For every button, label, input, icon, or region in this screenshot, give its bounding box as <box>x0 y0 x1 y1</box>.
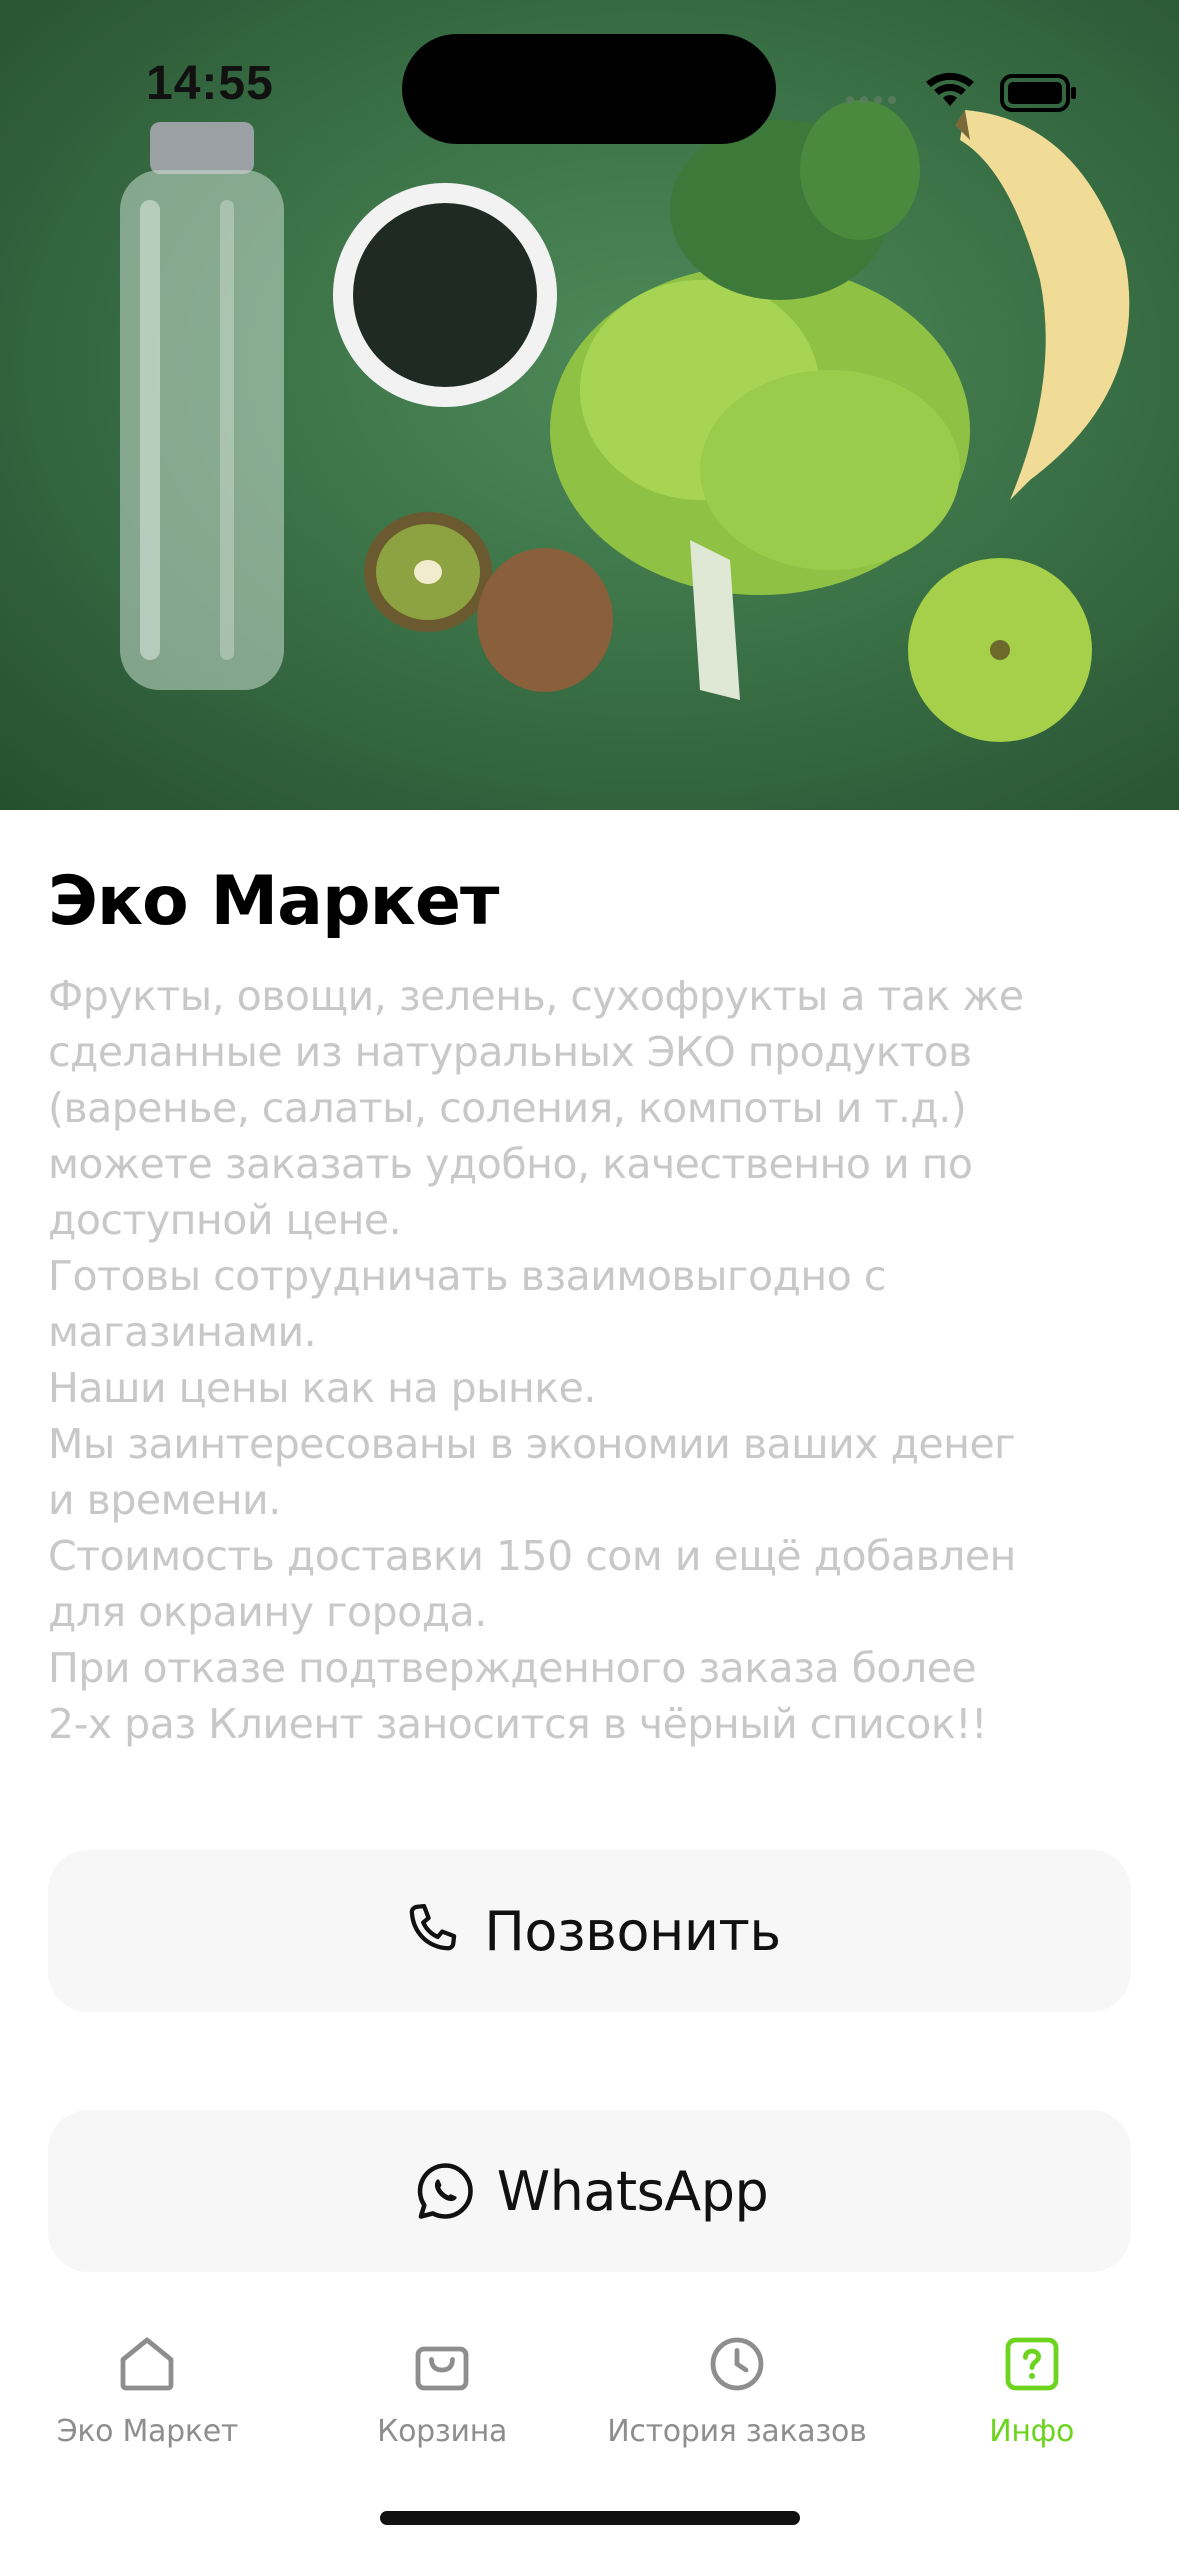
clock-icon <box>710 2337 764 2391</box>
status-time: 14:55 <box>146 57 274 110</box>
whatsapp-button[interactable]: WhatsApp <box>48 2110 1131 2272</box>
call-button-label: Позвонить <box>484 1899 781 1963</box>
tab-label: Корзина <box>377 2414 508 2449</box>
tab-cart[interactable]: Корзина <box>295 2300 590 2460</box>
tab-label: Эко Маркет <box>56 2414 239 2449</box>
whatsapp-button-label: WhatsApp <box>496 2159 769 2223</box>
tab-eco-market[interactable]: Эко Маркет <box>0 2300 295 2460</box>
question-icon <box>1005 2337 1059 2391</box>
home-icon <box>120 2337 174 2391</box>
call-button[interactable]: Позвонить <box>48 1850 1131 2012</box>
tab-info[interactable]: Инфо <box>884 2300 1179 2460</box>
tab-order-history[interactable]: История заказов <box>590 2300 885 2460</box>
store-title: Эко Маркет <box>48 862 499 941</box>
status-icons <box>846 72 1076 112</box>
wifi-icon <box>926 72 974 106</box>
tab-bar: Эко Маркет Корзина История заказов Инфо <box>0 2300 1179 2460</box>
bag-icon <box>415 2346 469 2391</box>
signal-icon <box>846 96 896 104</box>
home-indicator[interactable] <box>380 2511 800 2525</box>
tab-label: История заказов <box>607 2414 867 2449</box>
store-description: Фрукты, овощи, зелень, сухофрукты а так … <box>48 972 1024 1748</box>
dynamic-island <box>402 34 776 144</box>
battery-icon <box>1000 74 1076 112</box>
phone-icon <box>410 1903 457 1951</box>
tab-label: Инфо <box>989 2414 1075 2449</box>
whatsapp-icon <box>417 2163 473 2219</box>
